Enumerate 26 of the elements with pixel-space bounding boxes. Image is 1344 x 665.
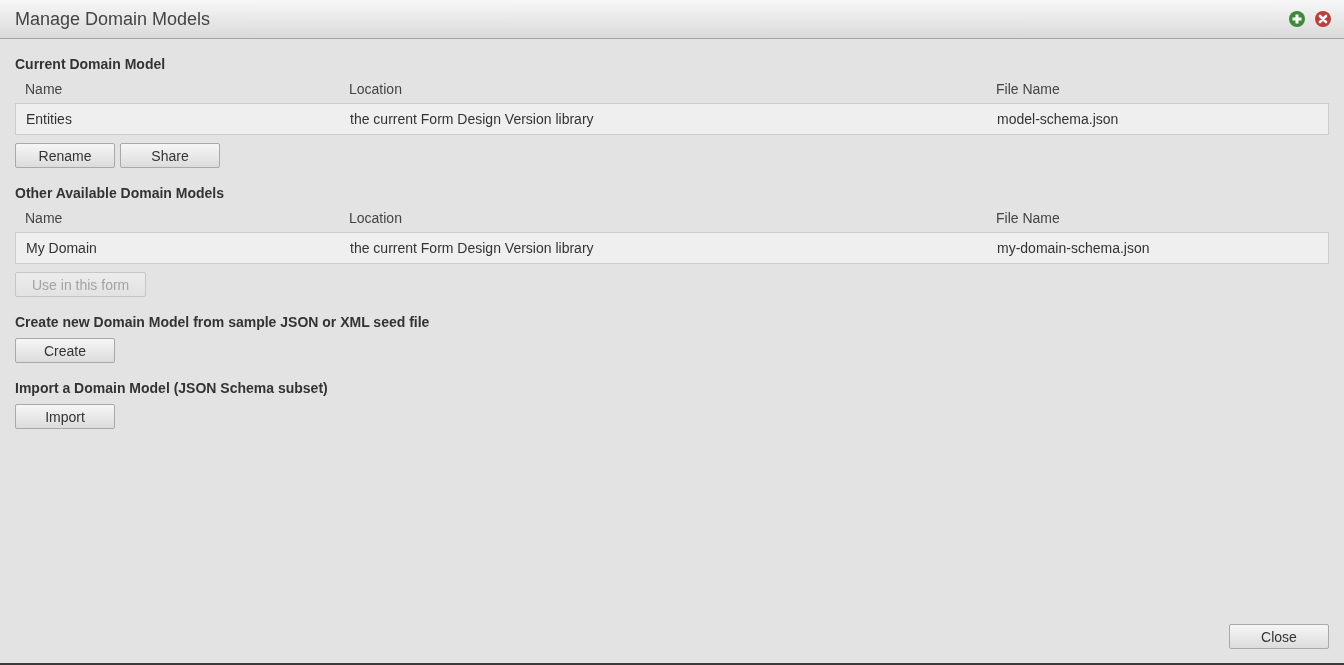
column-header: Location xyxy=(348,80,402,98)
section-heading: Import a Domain Model (JSON Schema subset) xyxy=(15,379,328,397)
column-header: Name xyxy=(24,80,63,98)
section-heading: Current Domain Model xyxy=(15,55,166,73)
table-cell-text: Entities xyxy=(25,110,72,128)
column-header: File Name xyxy=(995,80,1060,98)
table-cell-text: my-domain-schema.json xyxy=(996,239,1150,257)
table-row[interactable]: My Domain the current Form Design Version library my-domain-schema.json xyxy=(15,232,1329,264)
table-cell-text: the current Form Design Version library xyxy=(349,110,594,128)
action-button[interactable]: Rename xyxy=(15,143,115,168)
action-button[interactable]: Import xyxy=(15,404,115,429)
section-heading: Create new Domain Model from sample JSON or XML seed file xyxy=(15,313,430,331)
action-button[interactable]: Create xyxy=(15,338,115,363)
action-button[interactable]: Close xyxy=(1229,624,1329,649)
column-header: File Name xyxy=(995,209,1060,227)
add-icon[interactable] xyxy=(1289,11,1305,27)
column-header: Location xyxy=(348,209,402,227)
table-cell-text: model-schema.json xyxy=(996,110,1119,128)
close-icon[interactable] xyxy=(1315,11,1331,27)
section-heading: Other Available Domain Models xyxy=(15,184,224,202)
table-row[interactable]: Entities the current Form Design Version library model-schema.json xyxy=(15,103,1329,135)
table-cell-text: the current Form Design Version library xyxy=(349,239,594,257)
column-header: Name xyxy=(24,209,63,227)
action-button[interactable]: Share xyxy=(120,143,220,168)
table-cell-text: My Domain xyxy=(25,239,97,257)
window-title: Manage Domain Models xyxy=(15,8,211,30)
